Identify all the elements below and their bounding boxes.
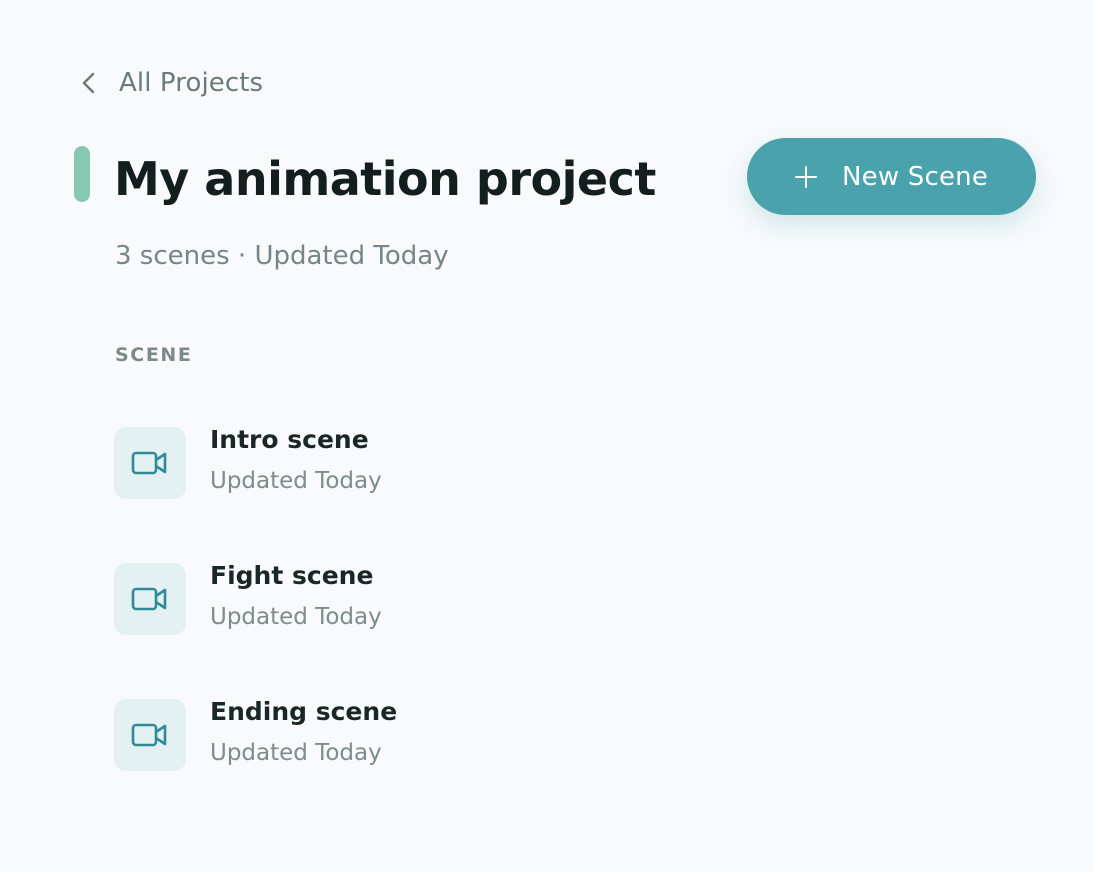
plus-icon xyxy=(794,165,817,188)
scene-section-header: SCENE xyxy=(115,344,193,366)
project-summary: 3 scenes · Updated Today xyxy=(115,241,449,271)
back-link-label: All Projects xyxy=(119,68,264,98)
new-scene-button-label: New Scene xyxy=(841,161,989,192)
scene-name: Ending scene xyxy=(210,697,398,726)
scene-updated: Updated Today xyxy=(210,468,382,494)
scene-name: Intro scene xyxy=(210,425,369,454)
title-accent-bar xyxy=(74,146,90,202)
chevron-left-icon xyxy=(78,72,100,94)
page-title: My animation project xyxy=(114,152,656,206)
scene-updated: Updated Today xyxy=(210,740,382,766)
scene-name: Fight scene xyxy=(210,561,374,590)
scene-updated: Updated Today xyxy=(210,604,382,630)
scene-list-item[interactable]: Fight scene Updated Today xyxy=(114,561,614,636)
scene-list-item[interactable]: Ending scene Updated Today xyxy=(114,697,614,772)
video-camera-icon xyxy=(114,699,186,771)
video-camera-icon xyxy=(114,427,186,499)
new-scene-button[interactable]: New Scene xyxy=(747,138,1036,215)
video-camera-icon xyxy=(114,563,186,635)
back-to-all-projects-link[interactable]: All Projects xyxy=(78,64,263,102)
scene-list-item[interactable]: Intro scene Updated Today xyxy=(114,425,614,500)
